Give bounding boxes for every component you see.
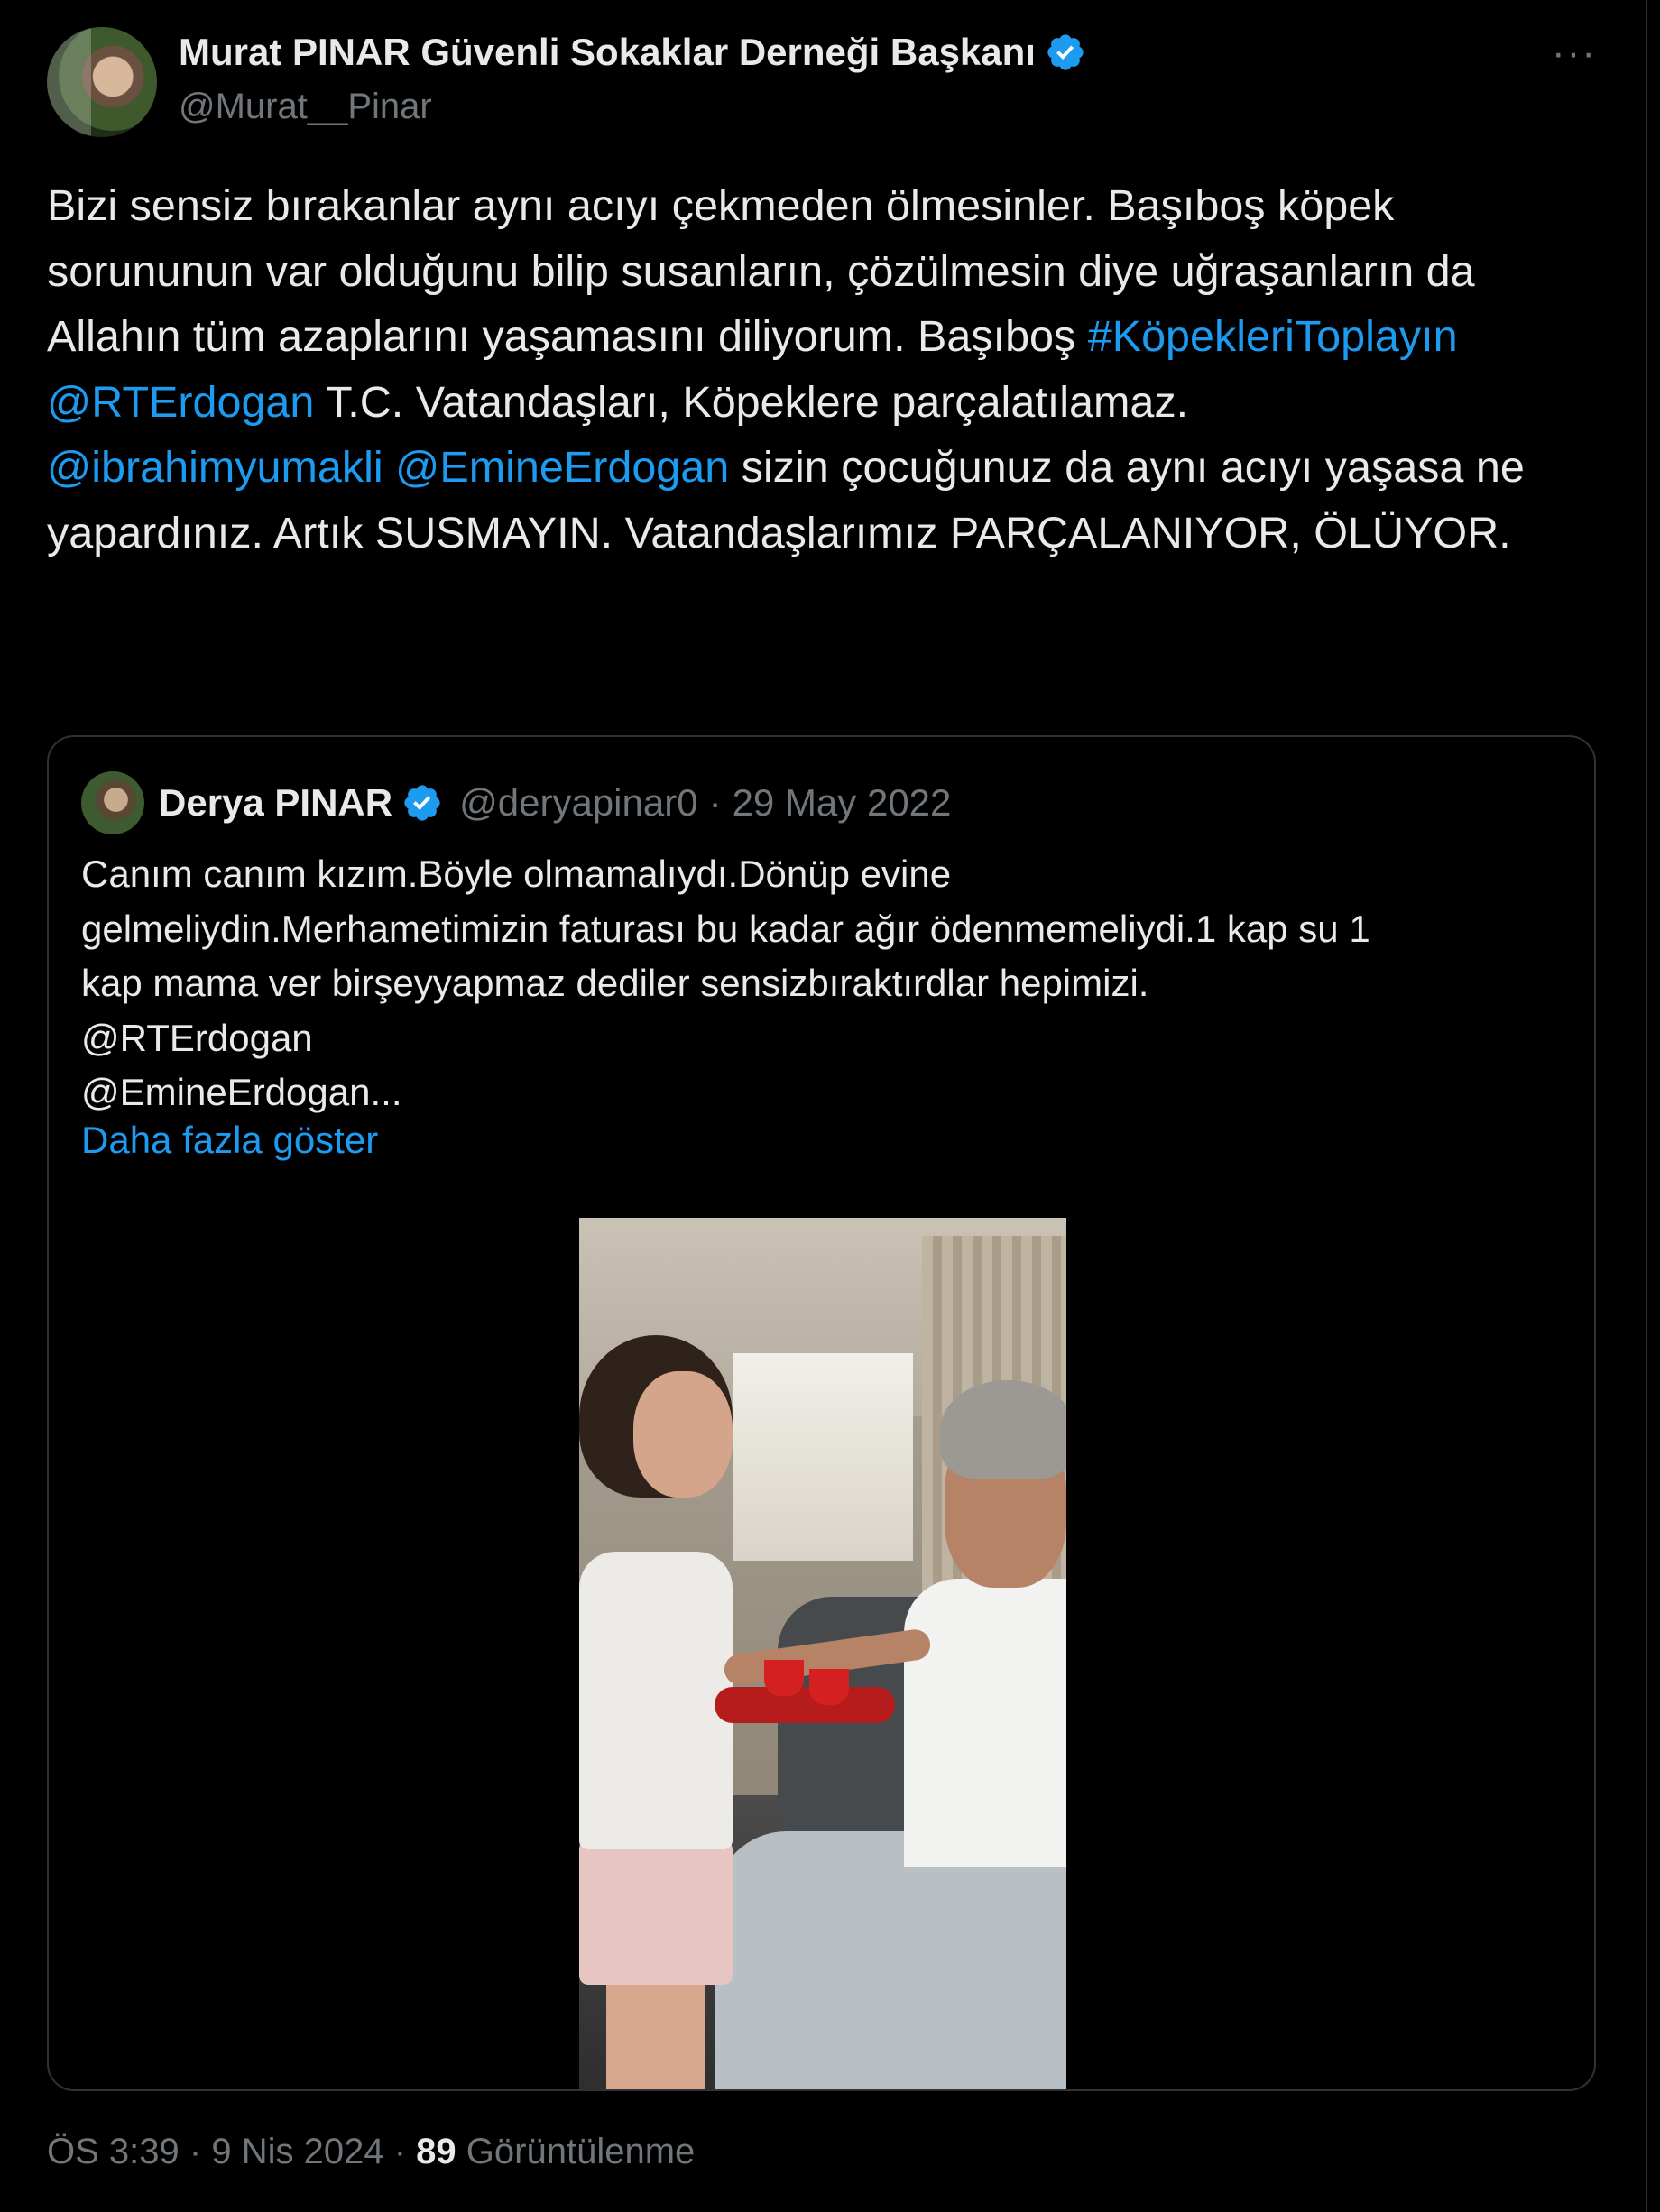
tweet-footer: ÖS 3:39 · 9 Nis 2024 · 89 Görüntülenme	[47, 2132, 695, 2172]
photo-red-cup	[764, 1660, 804, 1696]
author-display-name[interactable]: Murat PINAR Güvenli Sokaklar Derneği Baş…	[179, 31, 1036, 74]
quoted-tweet[interactable]: Derya PINAR @deryapinar0 · 29 May 2022 C…	[47, 735, 1596, 2091]
tweet-date[interactable]: 9 Nis 2024	[211, 2132, 383, 2171]
quoted-author-name[interactable]: Derya PINAR	[159, 781, 392, 825]
author-name-row: Murat PINAR Güvenli Sokaklar Derneği Baş…	[179, 31, 1086, 74]
hashtag-link[interactable]: #KöpekleriToplayın	[1088, 312, 1458, 361]
mention-link[interactable]: @RTErdogan	[47, 378, 314, 427]
photo-red-tray	[715, 1687, 895, 1723]
photo-girl-legs	[606, 1976, 706, 2089]
quoted-text-line: @RTErdogan	[81, 1016, 313, 1059]
photo-man-jeans	[715, 1831, 1066, 2089]
quoted-text-line: Canım canım kızım.Böyle olmamalıydı.Dönü…	[81, 853, 952, 895]
photo-window	[733, 1353, 913, 1561]
photo-man-hair	[940, 1380, 1066, 1479]
quoted-text-line: gelmeliydin.Merhametimizin faturası bu k…	[81, 907, 1370, 950]
photo-man-shirt	[904, 1579, 1066, 1867]
quoted-author-handle[interactable]: @deryapinar0	[459, 781, 697, 825]
photo-girl-shorts	[579, 1840, 733, 1985]
tweet-text: Bizi sensiz bırakanlar aynı acıyı çekmed…	[47, 173, 1581, 566]
verified-badge-icon[interactable]	[401, 782, 443, 824]
tweet: Murat PINAR Güvenli Sokaklar Derneği Baş…	[0, 0, 1633, 2212]
verified-badge-icon[interactable]	[1045, 32, 1086, 73]
mention-link[interactable]: @EmineErdogan	[395, 443, 729, 492]
quoted-tweet-date[interactable]: 29 May 2022	[733, 781, 952, 825]
tweet-header: Murat PINAR Güvenli Sokaklar Derneği Baş…	[47, 27, 1633, 140]
meta-separator: ·	[189, 2132, 202, 2171]
quoted-tweet-media[interactable]	[579, 1218, 1066, 2089]
quoted-tweet-header: Derya PINAR @deryapinar0 · 29 May 2022	[81, 771, 951, 834]
tweet-time[interactable]: ÖS 3:39	[47, 2132, 180, 2171]
page-divider	[1646, 0, 1647, 2212]
photo-girl-top	[579, 1552, 733, 1849]
author-handle[interactable]: @Murat__Pinar	[179, 87, 432, 127]
views-label: Görüntülenme	[466, 2132, 696, 2171]
photo-girl-face	[633, 1371, 733, 1498]
meta-separator: ·	[393, 2132, 407, 2171]
views-count: 89	[416, 2132, 456, 2171]
show-more-link[interactable]: Daha fazla göster	[81, 1119, 378, 1162]
author-avatar[interactable]	[47, 27, 157, 137]
photo-red-cup	[809, 1669, 849, 1705]
meta-separator: ·	[708, 781, 722, 824]
more-options-icon[interactable]: ···	[1552, 31, 1597, 76]
quoted-tweet-text: Canım canım kızım.Böyle olmamalıydı.Dönü…	[81, 847, 1561, 1120]
tweet-text-segment: T.C. Vatandaşları, Köpeklere parçalatıla…	[314, 377, 1189, 427]
quoted-text-line: kap mama ver birşeyyapmaz dediler sensiz…	[81, 962, 1149, 1004]
quoted-text-line: @EmineErdogan...	[81, 1071, 402, 1113]
mention-link[interactable]: @ibrahimyumakli	[47, 443, 383, 492]
quoted-author-avatar[interactable]	[81, 771, 144, 834]
